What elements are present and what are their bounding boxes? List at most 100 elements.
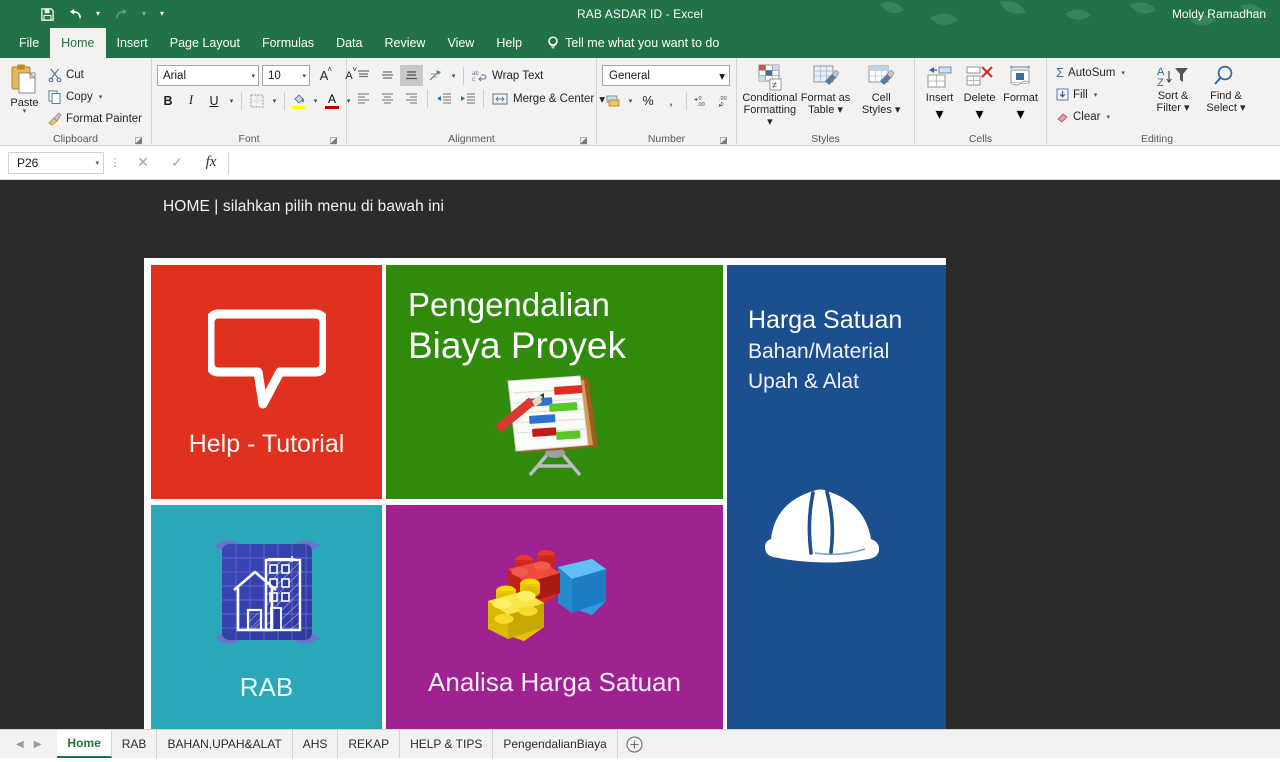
chevron-left-icon[interactable]: ◀ [16, 739, 24, 750]
tile-harga-satuan[interactable]: Harga Satuan Bahan/Material Upah & Alat [727, 265, 946, 729]
add-sheet-button[interactable] [618, 730, 652, 758]
copy-dropdown-icon[interactable]: ▾ [99, 93, 103, 101]
tile-help-tutorial[interactable]: Help - Tutorial [151, 265, 382, 499]
underline-button[interactable]: U [203, 90, 225, 111]
borders-dropdown-icon[interactable]: ▾ [269, 90, 280, 111]
decrease-decimal-button[interactable]: .00 .0 [714, 90, 736, 111]
borders-button[interactable] [246, 90, 268, 111]
formula-bar-handle[interactable]: ⋮ [104, 156, 126, 169]
fill-color-button[interactable] [289, 90, 309, 111]
increase-font-size-button[interactable]: A ˄ [313, 65, 335, 86]
undo-icon[interactable] [62, 2, 88, 26]
align-bottom-button[interactable] [400, 65, 423, 86]
increase-decimal-button[interactable]: .0 .00 [691, 90, 713, 111]
conditional-formatting-button[interactable]: ≠ Conditional Formatting ▾ [742, 62, 798, 128]
delete-cells-dropdown-icon[interactable]: ▾ [976, 104, 984, 124]
font-name-dropdown-icon[interactable]: ▾ [251, 72, 255, 80]
conditional-formatting-dropdown-icon[interactable]: ▾ [767, 116, 773, 128]
paste-dropdown-icon[interactable]: ▾ [23, 108, 27, 115]
number-format-dropdown-icon[interactable]: ▾ [719, 69, 725, 83]
tell-me-search[interactable]: Tell me what you want to do [533, 28, 729, 58]
tile-rab[interactable]: RAB [151, 505, 382, 729]
align-left-button[interactable] [352, 88, 375, 109]
tab-insert[interactable]: Insert [106, 28, 159, 58]
align-right-button[interactable] [400, 88, 423, 109]
clipboard-dialog-launcher[interactable]: ◪ [134, 136, 143, 145]
align-top-button[interactable] [352, 65, 375, 86]
fill-color-dropdown-icon[interactable]: ▾ [310, 90, 321, 111]
font-size-dropdown-icon[interactable]: ▾ [302, 72, 306, 80]
clear-button[interactable]: Clear ▾ [1052, 106, 1147, 127]
font-name-combo[interactable]: Arial ▾ [157, 65, 259, 86]
delete-cells-button[interactable]: Delete ▾ [959, 62, 1000, 124]
sheet-nav-arrows[interactable]: ◀ ▶ [6, 739, 57, 750]
tile-pengendalian-biaya-proyek[interactable]: Pengendalian Biaya Proyek [386, 265, 723, 499]
sheet-tab-help-tips[interactable]: HELP & TIPS [400, 730, 494, 758]
autosum-dropdown-icon[interactable]: ▾ [1121, 69, 1125, 77]
save-icon[interactable] [34, 2, 60, 26]
chevron-right-icon[interactable]: ▶ [34, 739, 42, 750]
font-size-combo[interactable]: 10 ▾ [262, 65, 310, 86]
percent-style-button[interactable]: % [637, 90, 659, 111]
formula-input[interactable] [228, 151, 1276, 174]
sheet-tab-rab[interactable]: RAB [112, 730, 158, 758]
wrap-text-button[interactable]: ab c Wrap Text [468, 65, 547, 86]
italic-button[interactable]: I [180, 90, 202, 111]
fill-button[interactable]: Fill ▾ [1052, 84, 1147, 105]
format-cells-button[interactable]: Format ▾ [1000, 62, 1041, 124]
quick-access-toolbar[interactable]: ▾ ▾ ▾ [0, 2, 170, 26]
cell-styles-dropdown-icon[interactable]: ▾ [895, 104, 901, 116]
copy-button[interactable]: Copy ▾ [44, 86, 146, 107]
align-middle-button[interactable] [376, 65, 399, 86]
paste-button[interactable]: Paste ▾ [5, 62, 44, 115]
tab-help[interactable]: Help [485, 28, 533, 58]
clear-dropdown-icon[interactable]: ▾ [1106, 113, 1110, 121]
increase-indent-button[interactable] [456, 88, 479, 109]
find-select-dropdown-icon[interactable]: ▾ [1240, 102, 1246, 114]
name-box[interactable]: P26 ▾ [8, 151, 104, 174]
customize-qat-icon[interactable]: ▾ [154, 2, 170, 26]
format-painter-button[interactable]: Format Painter [44, 108, 146, 129]
name-box-dropdown-icon[interactable]: ▾ [95, 159, 99, 167]
sort-filter-button[interactable]: A Z Sort & Filter ▾ [1147, 62, 1199, 114]
sheet-tab-pengendalian-biaya[interactable]: PengendalianBiaya [493, 730, 618, 758]
tile-analisa-harga-satuan[interactable]: Analisa Harga Satuan [386, 505, 723, 729]
decrease-indent-button[interactable] [432, 88, 455, 109]
align-center-button[interactable] [376, 88, 399, 109]
cut-button[interactable]: Cut [44, 64, 146, 85]
format-cells-dropdown-icon[interactable]: ▾ [1017, 104, 1025, 124]
format-as-table-button[interactable]: Format as Table ▾ [798, 62, 854, 116]
comma-style-button[interactable]: , [660, 90, 682, 111]
tab-file[interactable]: File [8, 28, 50, 58]
insert-function-icon[interactable]: fx [194, 151, 228, 175]
ribbon-tab-strip[interactable]: File Home Insert Page Layout Formulas Da… [0, 28, 1280, 58]
fill-dropdown-icon[interactable]: ▾ [1094, 91, 1098, 99]
tab-review[interactable]: Review [373, 28, 436, 58]
sort-filter-dropdown-icon[interactable]: ▾ [1184, 102, 1190, 114]
insert-cells-dropdown-icon[interactable]: ▾ [936, 104, 944, 124]
user-account-name[interactable]: Moldy Ramadhan [1172, 0, 1266, 28]
cell-styles-button[interactable]: Cell Styles ▾ [853, 62, 909, 116]
orientation-button[interactable] [424, 65, 447, 86]
alignment-dialog-launcher[interactable]: ◪ [579, 136, 588, 145]
redo-dropdown-icon[interactable]: ▾ [136, 2, 152, 26]
sheet-tab-home[interactable]: Home [57, 730, 112, 758]
font-color-button[interactable]: A [322, 90, 342, 111]
undo-dropdown-icon[interactable]: ▾ [90, 2, 106, 26]
underline-dropdown-icon[interactable]: ▾ [226, 90, 237, 111]
tab-page-layout[interactable]: Page Layout [159, 28, 251, 58]
orientation-dropdown-icon[interactable]: ▾ [448, 65, 459, 86]
redo-icon[interactable] [108, 2, 134, 26]
bold-button[interactable]: B [157, 90, 179, 111]
tab-formulas[interactable]: Formulas [251, 28, 325, 58]
tab-view[interactable]: View [436, 28, 485, 58]
sheet-tab-ahs[interactable]: AHS [293, 730, 339, 758]
format-as-table-dropdown-icon[interactable]: ▾ [837, 104, 843, 116]
number-dialog-launcher[interactable]: ◪ [719, 136, 728, 145]
insert-cells-button[interactable]: Insert ▾ [920, 62, 959, 124]
tab-data[interactable]: Data [325, 28, 373, 58]
font-dialog-launcher[interactable]: ◪ [329, 136, 338, 145]
accounting-format-button[interactable] [602, 90, 624, 111]
autosum-button[interactable]: Σ AutoSum ▾ [1052, 62, 1147, 83]
cancel-entry-icon[interactable]: ✕ [126, 151, 160, 175]
